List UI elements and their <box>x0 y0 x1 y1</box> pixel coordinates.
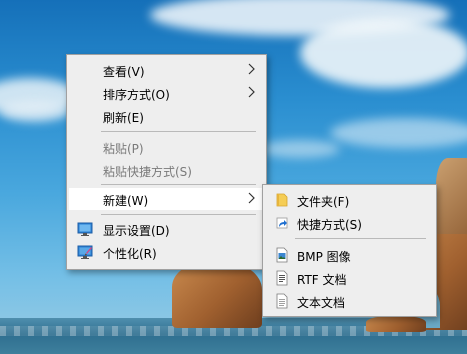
submenu-item-label: 快捷方式(S) <box>297 218 362 232</box>
submenu-item-label: 文件夹(F) <box>297 195 350 209</box>
menu-item-label: 刷新(E) <box>103 111 144 125</box>
rock-base <box>366 316 426 332</box>
menu-item-new[interactable]: 新建(W) <box>69 188 264 210</box>
submenu-item-shortcut[interactable]: 快捷方式(S) <box>265 212 434 234</box>
menu-item-label: 粘贴(P) <box>103 142 144 156</box>
menu-item-label: 显示设置(D) <box>103 224 170 238</box>
submenu-item-label: RTF 文档 <box>297 273 347 287</box>
folder-icon <box>276 193 288 207</box>
menu-item-paste: 粘贴(P) <box>69 136 264 158</box>
cloud <box>330 118 467 148</box>
cloud <box>0 100 70 122</box>
cloud <box>260 140 340 158</box>
menu-item-display-settings[interactable]: 显示设置(D) <box>69 218 264 240</box>
menu-item-personalize[interactable]: 个性化(R) <box>69 241 264 263</box>
personalize-icon <box>77 245 93 259</box>
display-settings-icon <box>77 222 93 236</box>
chevron-right-icon <box>248 63 255 75</box>
menu-item-view[interactable]: 查看(V) <box>69 59 264 81</box>
rtf-document-icon <box>276 270 288 286</box>
menu-item-label: 新建(W) <box>103 194 149 208</box>
new-submenu: 文件夹(F) 快捷方式(S) BMP 图像 RTF 文档 文本文档 <box>262 184 437 317</box>
desktop-context-menu: 查看(V) 排序方式(O) 刷新(E) 粘贴(P) 粘贴快捷方式(S) 新建(W… <box>66 54 267 270</box>
submenu-item-bmp-image[interactable]: BMP 图像 <box>265 244 434 266</box>
submenu-item-folder[interactable]: 文件夹(F) <box>265 189 434 211</box>
submenu-item-text-document[interactable]: 文本文档 <box>265 290 434 312</box>
submenu-item-label: BMP 图像 <box>297 250 351 264</box>
shortcut-icon <box>276 217 288 229</box>
rock-formation <box>172 262 262 328</box>
cloud <box>300 18 467 88</box>
submenu-item-label: 文本文档 <box>297 296 346 310</box>
chevron-right-icon <box>248 192 255 204</box>
menu-item-label: 查看(V) <box>103 65 145 79</box>
menu-item-refresh[interactable]: 刷新(E) <box>69 105 264 127</box>
menu-item-sort-by[interactable]: 排序方式(O) <box>69 82 264 104</box>
menu-item-paste-shortcut: 粘贴快捷方式(S) <box>69 159 264 181</box>
menu-item-label: 个性化(R) <box>103 247 157 261</box>
menu-separator <box>295 238 426 239</box>
menu-item-label: 排序方式(O) <box>103 88 170 102</box>
menu-separator <box>101 214 256 215</box>
menu-item-label: 粘贴快捷方式(S) <box>103 165 192 179</box>
menu-separator <box>101 131 256 132</box>
menu-separator <box>101 184 256 185</box>
chevron-right-icon <box>248 86 255 98</box>
text-document-icon <box>276 293 288 309</box>
submenu-item-rtf-document[interactable]: RTF 文档 <box>265 267 434 289</box>
bmp-image-icon <box>276 247 288 263</box>
